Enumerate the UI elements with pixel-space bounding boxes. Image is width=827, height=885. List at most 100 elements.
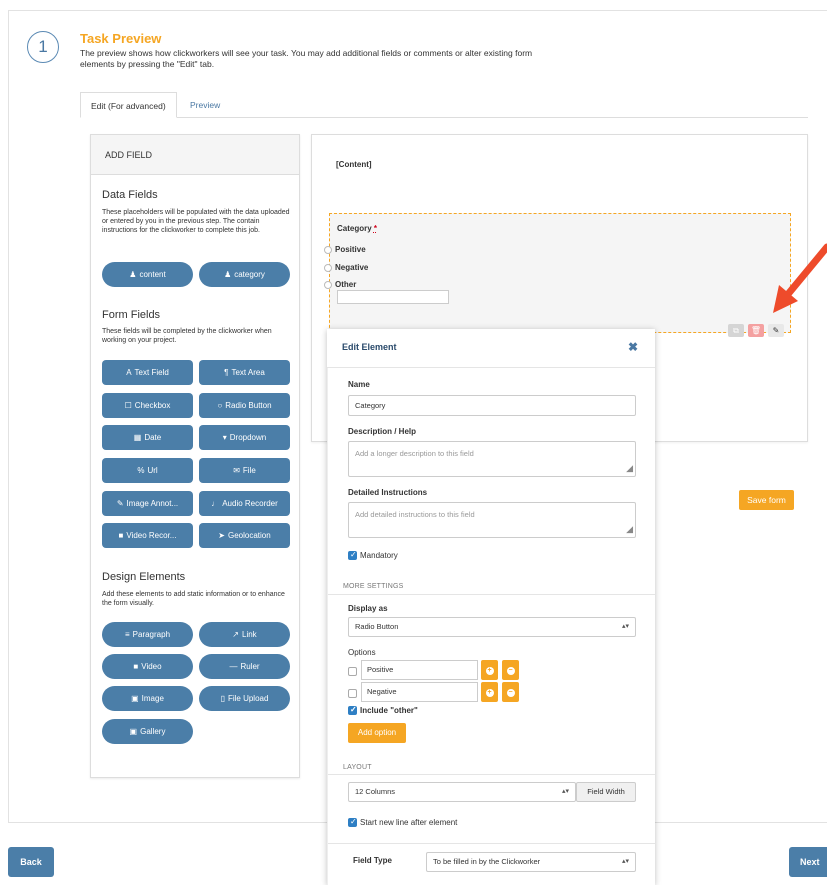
step-description: The preview shows how clickworkers will …: [80, 48, 533, 69]
display-as-label: Display as: [348, 604, 388, 613]
radio-icon: [324, 280, 332, 289]
video-camera-icon: ■: [118, 531, 124, 540]
add-text-field-button[interactable]: A Text Field: [102, 360, 193, 385]
radio-option-negative[interactable]: Negative: [324, 263, 368, 272]
option-checkbox-2[interactable]: [348, 689, 360, 699]
text-field-icon: A: [126, 368, 132, 377]
add-option-button[interactable]: Add option: [348, 723, 406, 743]
edit-element-body: Name Description / Help Add a longer des…: [327, 368, 655, 885]
gallery-icon: ▣: [129, 727, 138, 736]
mandatory-checkbox[interactable]: Mandatory: [348, 550, 398, 561]
caret-icon: ▴▾: [561, 788, 569, 795]
add-date-button[interactable]: ▦ Date: [102, 425, 193, 450]
add-video-recorder-button[interactable]: ■ Video Recor...: [102, 523, 193, 548]
checkbox-icon: ☐: [124, 401, 132, 410]
instructions-textarea[interactable]: Add detailed instructions to this field ◢: [348, 502, 636, 538]
add-dropdown-button[interactable]: ▾ Dropdown: [199, 425, 290, 450]
add-text-area-button[interactable]: ¶ Text Area: [199, 360, 290, 385]
name-label: Name: [348, 380, 370, 389]
required-mark: *: [373, 224, 378, 233]
instructions-label: Detailed Instructions: [348, 488, 428, 497]
more-settings-heading: MORE SETTINGS: [343, 583, 404, 590]
edit-element-panel: Edit Element ✖ Name Description / Help A…: [327, 329, 655, 885]
add-category-button[interactable]: ♟ category: [199, 262, 290, 287]
add-field-header: ADD FIELD: [91, 135, 299, 175]
image-icon: ▣: [131, 694, 139, 703]
option-input-2[interactable]: Negative: [361, 682, 478, 702]
paragraph-icon: ¶: [224, 368, 229, 377]
video-camera-icon: ■: [133, 662, 139, 671]
next-button[interactable]: Next: [789, 847, 827, 877]
add-field-panel: ADD FIELD Data Fields These placeholders…: [90, 134, 300, 778]
columns-select[interactable]: 12 Columns ▴▾: [348, 782, 576, 802]
field-type-select[interactable]: To be filled in by the Clickworker ▴▾: [426, 852, 636, 872]
radio-icon: ○: [217, 401, 223, 410]
name-input[interactable]: [348, 395, 636, 416]
save-form-button[interactable]: Save form: [739, 490, 794, 510]
add-option-icon[interactable]: +: [481, 682, 498, 702]
add-link-button[interactable]: ↗ Link: [199, 622, 290, 647]
add-geolocation-button[interactable]: ➤ Geolocation: [199, 523, 290, 548]
remove-option-icon[interactable]: −: [502, 682, 519, 702]
pencil-icon[interactable]: ✎: [768, 324, 784, 337]
description-textarea[interactable]: Add a longer description to this field ◢: [348, 441, 636, 477]
tab-preview[interactable]: Preview: [180, 92, 230, 118]
add-file-upload-button[interactable]: ▯ File Upload: [199, 686, 290, 711]
copy-icon[interactable]: ⧉: [728, 324, 744, 337]
field-width-label: Field Width: [576, 782, 636, 802]
divider: [328, 594, 655, 595]
design-elements-title: Design Elements: [102, 571, 186, 583]
add-file-button[interactable]: ✉ File: [199, 458, 290, 483]
add-image-annotation-button[interactable]: ✎ Image Annot...: [102, 491, 193, 516]
add-image-button[interactable]: ▣ Image: [102, 686, 193, 711]
close-icon[interactable]: ✖: [628, 340, 638, 354]
tab-bar: Edit (For advanced) Preview: [80, 92, 808, 118]
add-url-button[interactable]: % Url: [102, 458, 193, 483]
add-audio-recorder-button[interactable]: ♩ Audio Recorder: [199, 491, 290, 516]
caret-icon: ▴▾: [621, 858, 629, 865]
remove-option-icon[interactable]: −: [502, 660, 519, 680]
caret-icon: ▴▾: [621, 623, 629, 630]
add-content-button[interactable]: ♟ content: [102, 262, 193, 287]
minus-icon: —: [229, 662, 238, 671]
add-gallery-button[interactable]: ▣ Gallery: [102, 719, 193, 744]
add-video-button[interactable]: ■ Video: [102, 654, 193, 679]
display-as-select[interactable]: Radio Button ▴▾: [348, 617, 636, 637]
option-checkbox-1[interactable]: [348, 667, 360, 677]
microphone-icon: ♩: [211, 499, 220, 508]
user-icon: ♟: [129, 270, 137, 279]
description-label: Description / Help: [348, 427, 417, 436]
option-input-1[interactable]: Positive: [361, 660, 478, 680]
edit-icon: ✎: [116, 499, 124, 508]
add-radio-button-button[interactable]: ○ Radio Button: [199, 393, 290, 418]
resize-grip-icon[interactable]: ◢: [626, 524, 633, 535]
back-button[interactable]: Back: [8, 847, 54, 877]
radio-option-positive[interactable]: Positive: [324, 245, 366, 254]
file-icon: ▯: [220, 694, 225, 703]
layout-heading: LAYOUT: [343, 764, 372, 771]
data-fields-title: Data Fields: [102, 189, 158, 201]
radio-icon: [324, 245, 332, 254]
add-ruler-button[interactable]: — Ruler: [199, 654, 290, 679]
start-new-line-checkbox[interactable]: Start new line after element: [348, 817, 457, 828]
unchecked-icon: [348, 667, 357, 677]
resize-grip-icon[interactable]: ◢: [626, 463, 633, 474]
divider: [328, 843, 655, 844]
add-checkbox-button[interactable]: ☐ Checkbox: [102, 393, 193, 418]
selected-element-box[interactable]: Category * Positive Negative Other ⧉ 🗑 ✎: [324, 213, 791, 337]
add-paragraph-button[interactable]: ≡ Paragraph: [102, 622, 193, 647]
link-icon: %: [137, 466, 145, 475]
design-elements-description: Add these elements to add static informa…: [102, 591, 285, 607]
checked-icon: [348, 705, 357, 716]
add-option-icon[interactable]: +: [481, 660, 498, 680]
data-fields-description: These placeholders will be populated wit…: [102, 209, 290, 234]
include-other-checkbox[interactable]: Include "other": [348, 705, 418, 716]
trash-icon[interactable]: 🗑: [748, 324, 764, 337]
radio-option-other[interactable]: Other: [324, 280, 356, 289]
edit-element-title: Edit Element: [342, 342, 397, 352]
tab-edit[interactable]: Edit (For advanced): [80, 92, 177, 118]
external-link-icon: ↗: [232, 630, 239, 639]
checked-icon: [348, 817, 357, 828]
caret-down-icon: ▾: [222, 433, 227, 442]
other-text-input[interactable]: [337, 290, 449, 304]
